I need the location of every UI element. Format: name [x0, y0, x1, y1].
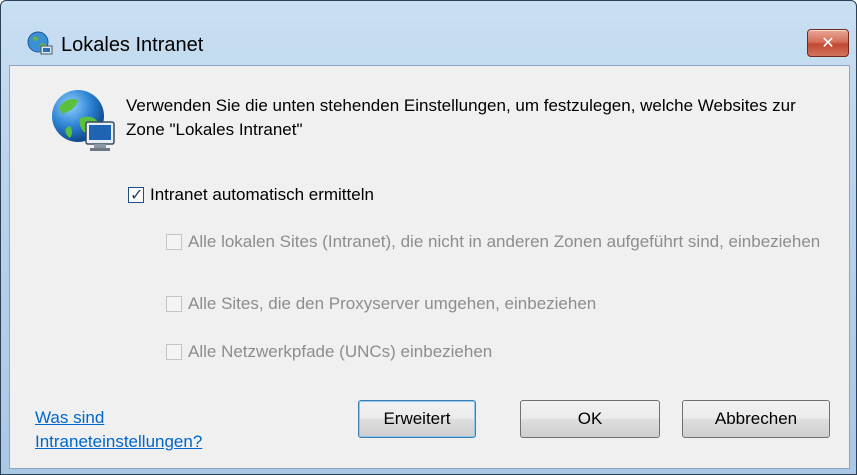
bypass-proxy-label[interactable]: Alle Sites, die den Proxyserver umgehen,… [188, 292, 596, 316]
ok-button[interactable]: OK [520, 400, 660, 438]
dialog-body: Verwenden Sie die unten stehenden Einste… [9, 65, 850, 469]
close-button[interactable]: ✕ [807, 29, 849, 57]
option-unc-paths[interactable]: Alle Netzwerkpfade (UNCs) einbeziehen [166, 340, 492, 364]
globe-network-icon [52, 90, 115, 151]
option-local-sites[interactable]: Alle lokalen Sites (Intranet), die nicht… [166, 230, 826, 254]
unc-paths-label[interactable]: Alle Netzwerkpfade (UNCs) einbeziehen [188, 340, 492, 364]
local-sites-checkbox[interactable] [166, 234, 182, 250]
dialog-window: Lokales Intranet ✕ Verwenden Sie die unt… [0, 0, 857, 475]
auto-detect-label[interactable]: Intranet automatisch ermitteln [150, 183, 374, 207]
option-bypass-proxy[interactable]: Alle Sites, die den Proxyserver umgehen,… [166, 292, 596, 316]
intranet-settings-help-link[interactable]: Was sind Intraneteinstellungen? [35, 406, 255, 454]
cancel-button[interactable]: Abbrechen [682, 400, 830, 438]
description-text: Verwenden Sie die unten stehenden Einste… [126, 96, 796, 139]
auto-detect-checkbox[interactable] [128, 184, 144, 208]
intranet-globe-icon [27, 31, 53, 55]
unc-paths-checkbox[interactable] [166, 344, 182, 360]
advanced-button[interactable]: Erweitert [358, 400, 476, 438]
bypass-proxy-checkbox[interactable] [166, 296, 182, 312]
local-sites-label[interactable]: Alle lokalen Sites (Intranet), die nicht… [188, 230, 820, 254]
title-bar[interactable]: Lokales Intranet ✕ [1, 1, 856, 57]
window-title: Lokales Intranet [61, 34, 204, 56]
option-auto-detect[interactable]: Intranet automatisch ermitteln [128, 183, 374, 208]
